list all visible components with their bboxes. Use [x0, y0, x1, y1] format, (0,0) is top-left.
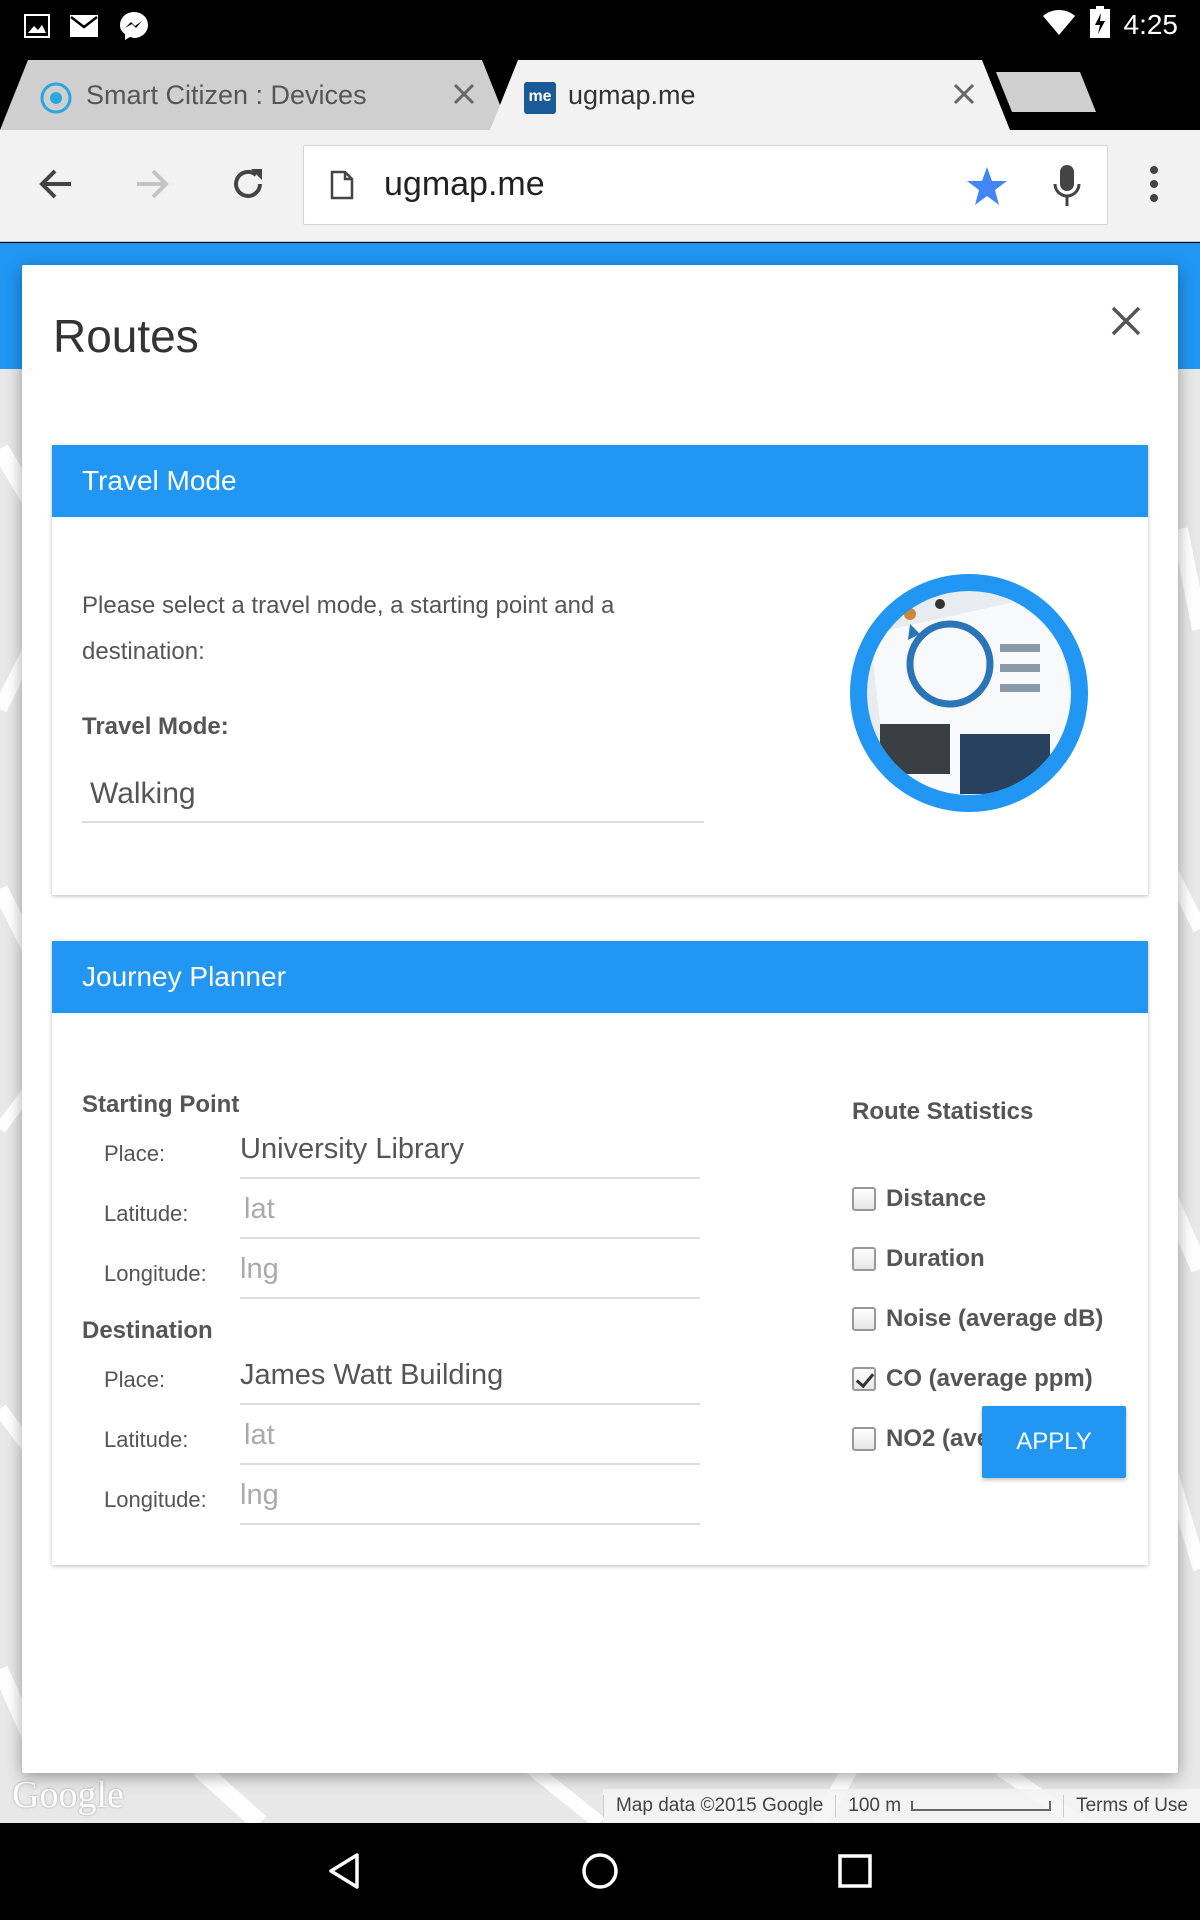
dest-longitude-input[interactable]: lng — [240, 1469, 700, 1525]
close-dialog-button[interactable] — [1106, 301, 1146, 341]
duration-checkbox[interactable] — [852, 1247, 876, 1271]
square-recents-icon — [835, 1851, 875, 1896]
noise-checkbox[interactable] — [852, 1307, 876, 1331]
smart-citizen-favicon-icon — [40, 82, 72, 114]
route-statistics-heading: Route Statistics — [852, 1098, 1034, 1125]
start-latitude-label: Latitude: — [104, 1201, 189, 1226]
nav-recents-button[interactable] — [830, 1848, 880, 1898]
menu-button[interactable] — [1126, 158, 1182, 214]
travel-mode-select[interactable]: Walking — [82, 765, 704, 823]
url-text: ugmap.me — [384, 165, 545, 203]
microphone-icon[interactable] — [1052, 164, 1082, 213]
tab-ugmap[interactable]: me ugmap.me — [490, 60, 1010, 130]
dest-place-label: Place: — [104, 1367, 166, 1392]
map-scale-bar — [911, 1801, 1052, 1811]
apply-button[interactable]: APPLY — [982, 1406, 1126, 1478]
co-checkbox[interactable] — [852, 1367, 876, 1391]
dest-longitude-label: Longitude: — [104, 1487, 207, 1512]
map-attribution: Map data ©2015 Google — [602, 1795, 835, 1817]
clock: 4:25 — [1123, 8, 1179, 40]
tab-title: ugmap.me — [568, 80, 696, 110]
back-button[interactable] — [28, 158, 84, 214]
battery-charging-icon — [1089, 6, 1110, 43]
smart-citizen-device-image — [850, 574, 1088, 812]
google-logo: Google — [12, 1774, 124, 1816]
status-bar: 4:25 — [0, 0, 1200, 52]
destination-heading: Destination — [82, 1317, 213, 1344]
stat-label: CO (average ppm) — [886, 1365, 1093, 1392]
map-footer: Map data ©2015 Google 100 m Terms of Use — [602, 1789, 1200, 1823]
stat-label: Distance — [886, 1185, 987, 1212]
stat-label: Noise (average dB) — [886, 1305, 1104, 1332]
distance-checkbox[interactable] — [852, 1187, 876, 1211]
close-tab-icon[interactable] — [950, 80, 978, 108]
journey-planner-heading: Journey Planner — [52, 941, 1148, 1013]
ugmap-favicon-icon: me — [524, 82, 556, 114]
travel-mode-heading: Travel Mode — [52, 445, 1148, 517]
start-latitude-input[interactable]: lat — [240, 1183, 700, 1239]
reload-button[interactable] — [220, 158, 276, 214]
travel-mode-prompt: Please select a travel mode, a starting … — [82, 592, 615, 665]
forward-button[interactable] — [124, 158, 180, 214]
map-scale-label: 100 m — [848, 1795, 902, 1816]
tab-smart-citizen[interactable]: Smart Citizen : Devices — [0, 60, 510, 130]
no2-checkbox[interactable] — [852, 1427, 876, 1451]
map-scale: 100 m — [835, 1795, 1063, 1817]
overflow-menu-icon — [1149, 165, 1159, 208]
stat-label: Duration — [886, 1245, 985, 1272]
new-tab-button[interactable] — [996, 72, 1096, 112]
close-icon — [1106, 306, 1146, 345]
start-longitude-input[interactable]: lng — [240, 1243, 700, 1299]
arrow-back-icon — [37, 165, 75, 208]
wifi-icon — [1042, 8, 1076, 41]
messenger-icon — [118, 10, 150, 47]
tab-strip: Smart Citizen : Devices me ugmap.me — [0, 52, 1200, 130]
system-nav-bar — [0, 1824, 1200, 1920]
circle-home-icon — [580, 1851, 620, 1896]
gmail-icon — [70, 15, 98, 42]
travel-mode-card: Travel Mode Please select a travel mode,… — [52, 445, 1148, 895]
start-place-label: Place: — [104, 1141, 166, 1166]
travel-mode-label: Travel Mode: — [82, 713, 229, 740]
triangle-back-icon — [325, 1851, 365, 1896]
arrow-forward-icon — [133, 165, 171, 208]
page-icon — [330, 170, 354, 205]
starting-point-heading: Starting Point — [82, 1091, 240, 1118]
browser-toolbar: ugmap.me — [0, 130, 1200, 242]
nav-back-button[interactable] — [320, 1848, 370, 1898]
routes-dialog: Routes Travel Mode Please select a trave… — [22, 265, 1178, 1773]
bookmark-star-icon[interactable] — [966, 166, 1008, 211]
address-bar[interactable]: ugmap.me — [303, 145, 1108, 225]
start-longitude-label: Longitude: — [104, 1261, 207, 1286]
stat-distance-option[interactable]: Distance — [852, 1185, 986, 1213]
stat-co-option[interactable]: CO (average ppm) — [852, 1365, 1093, 1393]
stat-noise-option[interactable]: Noise (average dB) — [852, 1305, 1103, 1333]
dest-latitude-input[interactable]: lat — [240, 1409, 700, 1465]
image-icon — [24, 14, 50, 43]
start-place-input[interactable]: University Library — [240, 1123, 700, 1179]
dest-latitude-label: Latitude: — [104, 1427, 189, 1452]
terms-of-use-link[interactable]: Terms of Use — [1063, 1795, 1200, 1817]
nav-home-button[interactable] — [575, 1848, 625, 1898]
dialog-title: Routes — [53, 310, 199, 362]
stat-duration-option[interactable]: Duration — [852, 1245, 985, 1273]
dest-place-input[interactable]: James Watt Building — [240, 1349, 700, 1405]
tab-title: Smart Citizen : Devices — [86, 80, 367, 110]
close-tab-icon[interactable] — [450, 80, 478, 108]
reload-icon — [229, 165, 267, 208]
